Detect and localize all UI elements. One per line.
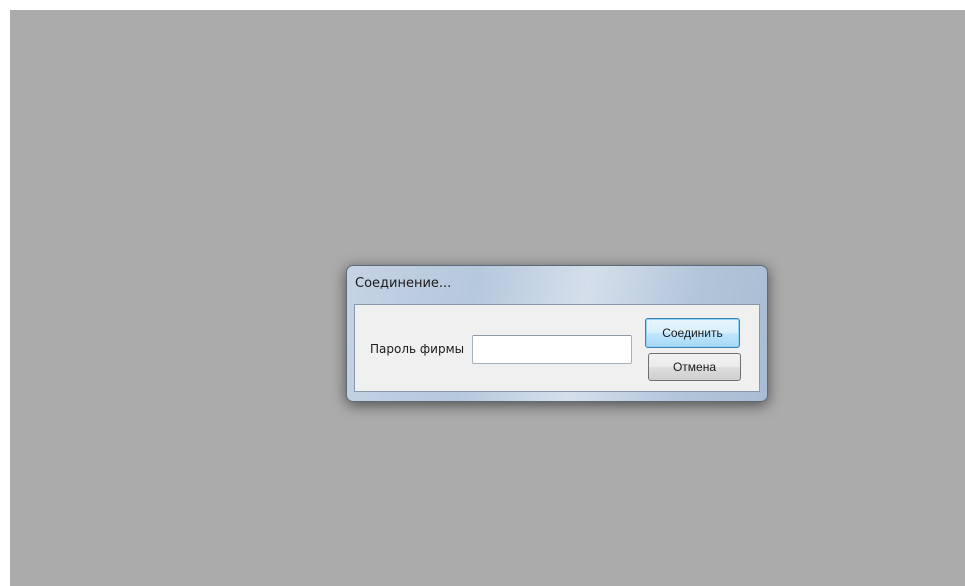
cancel-button[interactable]: Отмена [648, 353, 741, 381]
dialog-titlebar[interactable]: Соединение... [347, 266, 767, 300]
desktop-background: Соединение... Пароль фирмы Соединить Отм… [10, 10, 965, 586]
dialog-title: Соединение... [355, 276, 452, 291]
dialog-client-area: Пароль фирмы Соединить Отмена [354, 304, 760, 392]
password-input[interactable] [472, 335, 632, 364]
connect-button[interactable]: Соединить [645, 318, 740, 348]
password-label: Пароль фирмы [370, 342, 464, 356]
connection-dialog: Соединение... Пароль фирмы Соединить Отм… [346, 265, 768, 402]
